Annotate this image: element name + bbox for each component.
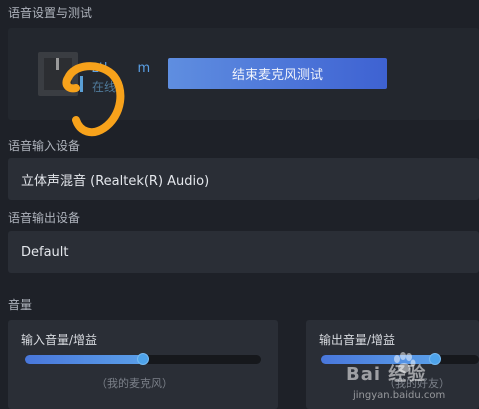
input-volume-caption: （我的麦克风） bbox=[96, 377, 173, 390]
annotation-circle-icon bbox=[62, 62, 125, 137]
output-volume-thumb[interactable] bbox=[429, 353, 441, 365]
voice-test-section-title: 语音设置与测试 bbox=[8, 6, 93, 20]
input-device-section-title: 语音输入设备 bbox=[8, 139, 81, 153]
volume-section-title: 音量 bbox=[8, 298, 33, 312]
username-end: m bbox=[137, 61, 151, 76]
input-volume-slider[interactable] bbox=[25, 353, 261, 365]
input-volume-panel: 输入音量/增益 （我的麦克风） bbox=[8, 320, 278, 409]
output-device-select[interactable]: Default bbox=[8, 231, 479, 273]
watermark-url: jingyan.baidu.com bbox=[353, 390, 446, 401]
input-volume-label: 输入音量/增益 bbox=[21, 333, 98, 347]
output-device-section-title: 语音输出设备 bbox=[8, 211, 81, 225]
input-volume-fill bbox=[25, 355, 143, 364]
input-device-select[interactable]: 立体声混音 (Realtek(R) Audio) bbox=[8, 158, 479, 200]
output-volume-label: 输出音量/增益 bbox=[319, 333, 396, 347]
watermark-brand: Bai 经验 bbox=[346, 364, 427, 385]
mic-test-panel: ztl m 在线 结束麦克风测试 bbox=[8, 28, 479, 137]
input-volume-thumb[interactable] bbox=[137, 353, 149, 365]
end-mic-test-button[interactable]: 结束麦克风测试 bbox=[168, 58, 387, 89]
